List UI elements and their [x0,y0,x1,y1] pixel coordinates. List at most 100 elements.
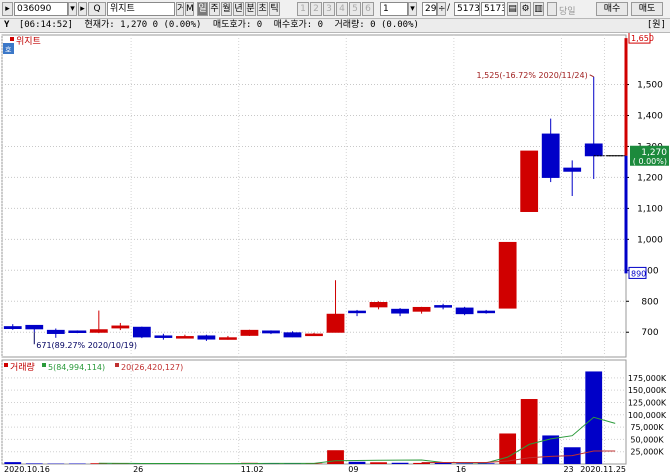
candle-body [89,329,108,333]
volume-bar [413,462,430,464]
price-tick-label: 1,400 [637,112,663,122]
volume-bar [542,435,560,464]
max-annotation-label: 1,525(-16.72% 2020/11/24) [477,71,588,80]
date-tick-label: 09 [348,465,358,474]
volume-bar [499,433,517,464]
candle-body [197,335,216,340]
price-legend-swatch [10,37,14,41]
price-tick-label: 800 [641,297,658,307]
print-icon[interactable]: ▥ [533,2,544,16]
candle-body [498,241,517,309]
candle-body [305,333,323,337]
period-button-1[interactable]: 주 [209,2,220,16]
slot-button-6[interactable]: 6 [362,2,374,16]
price-tick-label: 1,500 [637,81,663,91]
slot-button-5[interactable]: 5 [349,2,361,16]
period-button-5[interactable]: 초 [257,2,268,16]
volume-bar [520,399,538,464]
volume-tick-label: 175,000K [628,374,667,383]
candle-body [240,329,259,336]
stock-name-field: 위지트 [107,2,175,16]
candle-body [154,335,173,338]
slot-button-2[interactable]: 2 [310,2,322,16]
today-checkbox[interactable] [547,2,557,16]
slot-button-3[interactable]: 3 [323,2,335,16]
quote-status-bar: Y [06:14:52] 현재가: 1,270 0 (0.00%) 매도호가: … [0,19,670,33]
name-type-button[interactable]: 거 [176,2,184,16]
calendar-icon[interactable]: ▤ [507,2,518,16]
ma20-legend-label: 20(26,420,127) [121,363,183,372]
date-tick-label: 26 [133,465,143,474]
code-search-button[interactable]: ▸ [78,2,87,16]
settings-icon[interactable]: ⚙ [520,2,531,16]
price-tick-label: 700 [641,328,658,338]
volume-tick-label: 50,000K [630,435,664,444]
volume-bar [348,461,366,464]
volume-tick-label: 100,000K [628,411,667,420]
candle-body [455,307,474,315]
count-input[interactable]: 29 [422,2,437,16]
candle-body [111,325,130,329]
period-button-6[interactable]: 틱 [269,2,280,16]
volume-tick-label: 25,000K [630,448,664,457]
ma20-legend-swatch [115,363,119,367]
price-tick-label: 1,200 [637,173,663,183]
today-label: 당일 [559,7,576,17]
slot-button-1[interactable]: 1 [297,2,309,16]
buy-button[interactable]: 매수 [596,2,628,16]
period-button-3[interactable]: 년 [233,2,244,16]
volume-bar [391,462,409,464]
status-volume: 거래량: 0 (0.00%) [334,20,419,30]
volume-tick-label: 150,000K [628,386,667,395]
price-tick-label: 1,000 [637,235,663,245]
candle-body [262,330,280,334]
candle-body [3,326,22,330]
search-icon[interactable]: Q [88,2,106,16]
status-current-price: 현재가: 1,270 0 (0.00%) [84,20,202,30]
status-time: [06:14:52] [18,20,74,30]
status-bid: 매수호가: 0 [273,20,324,30]
volume-bar [25,463,43,464]
current-price-pct: ( 0.00%) [633,157,667,166]
date-tick-label: 23 [563,465,573,474]
volume-panel-title: 거래량 [10,361,35,373]
candle-body [132,326,151,338]
sell-button[interactable]: 매도 [631,2,663,16]
stock-code-input[interactable]: 036090 [14,2,68,16]
count-stepper[interactable]: ÷ [437,2,446,16]
more-icon[interactable]: M [185,2,194,16]
slot-button-4[interactable]: 4 [336,2,348,16]
candle-body [68,330,87,333]
volume-tick-label: 125,000K [628,398,667,407]
date-tick-label: 2020.11.25 [580,465,626,474]
interval-dropdown-button[interactable]: ▾ [408,2,417,16]
ma5-legend-swatch [42,363,46,367]
candle-body [176,336,194,339]
total-separator: / [447,3,451,13]
volume-bar [370,462,387,464]
period-button-2[interactable]: 월 [221,2,232,16]
status-y-icon: Y [4,20,10,30]
volume-bar [4,462,22,464]
candle-body [541,133,560,178]
menu-icon[interactable]: ▸ [2,2,13,16]
marker-label: 호 [5,46,12,54]
total-count-field: 5173 [454,2,480,16]
candle-body [326,313,345,333]
candle-body [563,167,582,172]
date-tick-label: 2020.10.16 [4,465,50,474]
candle-body [219,337,237,340]
code-dropdown-button[interactable]: ▾ [68,2,77,16]
min-annotation-label: 671(89.27% 2020/10/19) [36,341,137,350]
candle-body [477,310,496,314]
price-tick-label: 1,100 [637,204,663,214]
period-button-0[interactable]: 일 [197,2,208,16]
volume-bar [456,463,474,464]
volume-tick-label: 75,000K [630,423,664,432]
high-tag-label: 1,650 [631,34,654,43]
toolbar: ▸ 036090 ▾ ▸ Q 위지트 거 M 일주월년분초틱 123456 1 … [0,0,670,19]
chart-area[interactable]: 1,5001,4001,3001,2001,1001,0009008007001… [0,33,670,474]
interval-select[interactable]: 1 [380,2,408,16]
period-button-4[interactable]: 분 [245,2,256,16]
candle-body [412,306,431,312]
